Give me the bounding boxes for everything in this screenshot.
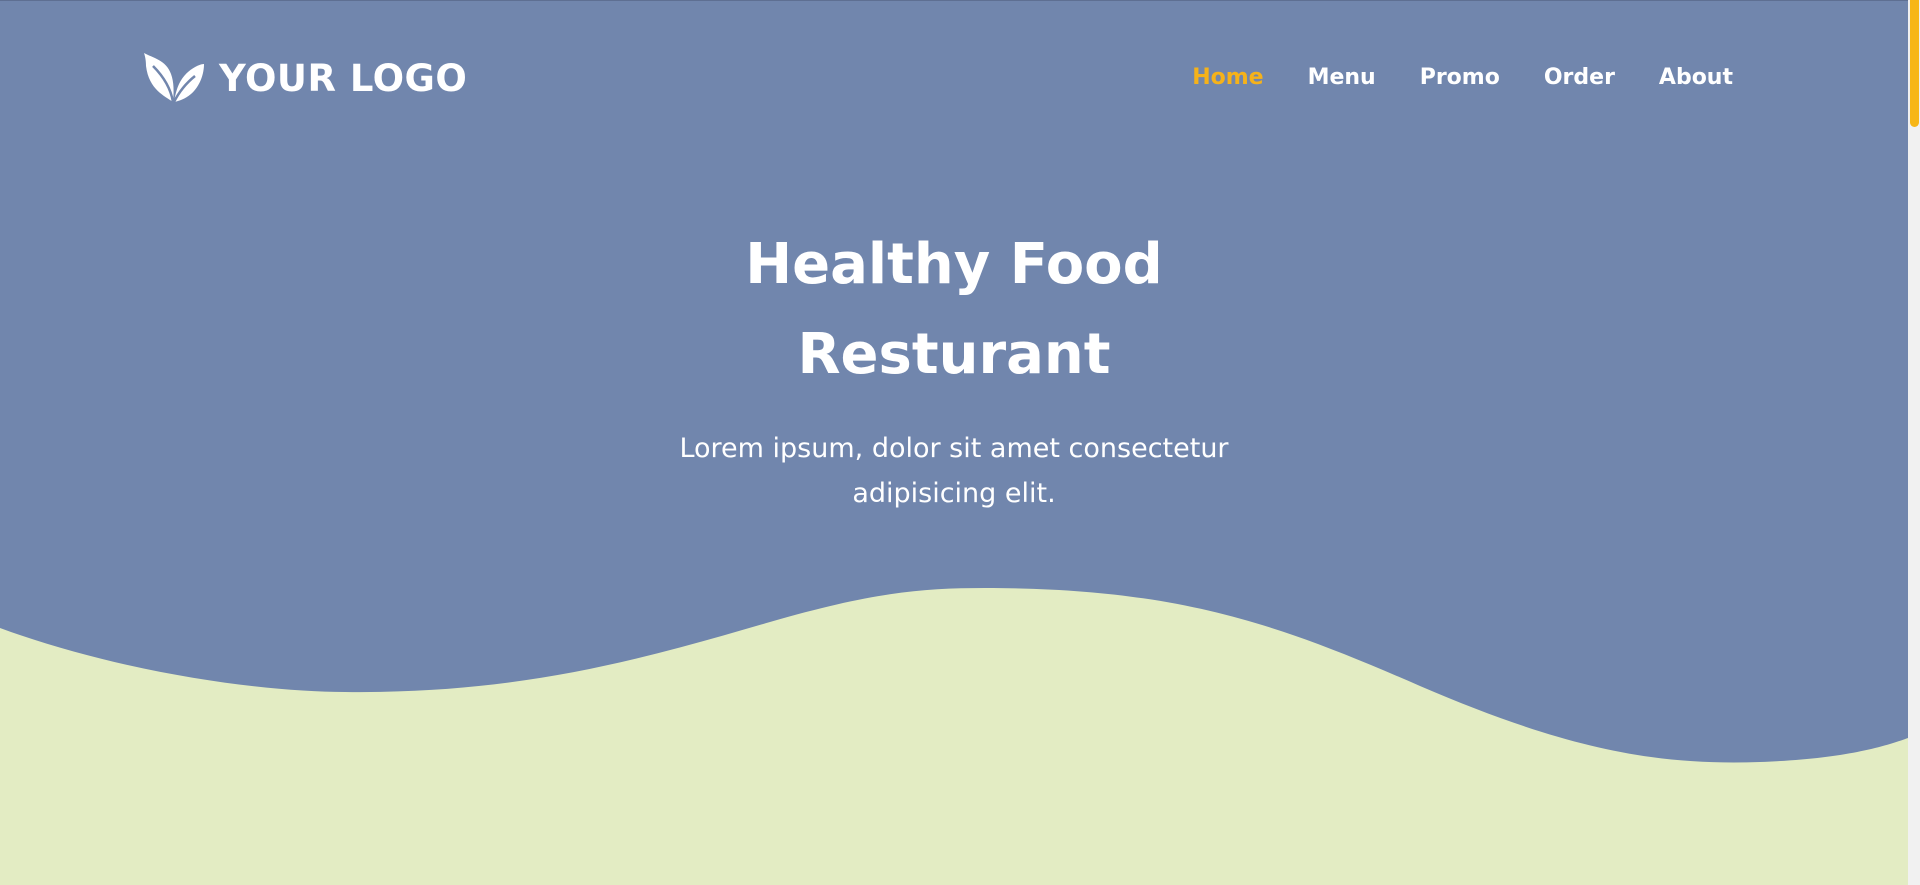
nav-item-home[interactable]: Home <box>1192 60 1263 96</box>
hero-section: Healthy Food Resturant Lorem ipsum, dolo… <box>0 220 1908 516</box>
logo[interactable]: YOUR LOGO <box>143 50 467 106</box>
leaf-icon <box>143 52 205 104</box>
site-header: YOUR LOGO Home Menu Promo Order About <box>0 0 1908 160</box>
hero-subtitle-line-2: adipisicing elit. <box>852 478 1056 509</box>
hero-subtitle-line-1: Lorem ipsum, dolor sit amet consectetur <box>679 433 1229 464</box>
nav-item-promo[interactable]: Promo <box>1420 60 1500 96</box>
scrollbar[interactable] <box>1908 0 1920 885</box>
hero-subtitle: Lorem ipsum, dolor sit amet consectetur … <box>664 426 1244 516</box>
main-nav: Home Menu Promo Order About <box>1192 60 1733 96</box>
nav-item-menu[interactable]: Menu <box>1308 60 1376 96</box>
hero-title-line-1: Healthy Food <box>745 232 1163 297</box>
logo-text: YOUR LOGO <box>219 56 468 100</box>
hero-title-line-2: Resturant <box>797 322 1111 387</box>
page: YOUR LOGO Home Menu Promo Order About He… <box>0 0 1920 885</box>
scrollbar-thumb[interactable] <box>1910 0 1919 127</box>
nav-item-about[interactable]: About <box>1659 60 1733 96</box>
hero-title: Healthy Food Resturant <box>604 220 1304 400</box>
nav-item-order[interactable]: Order <box>1544 60 1615 96</box>
